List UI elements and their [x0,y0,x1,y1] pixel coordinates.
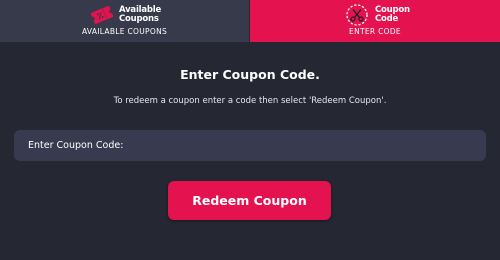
tab-enter-label: ENTER CODE [349,27,401,36]
coupon-page: Available Coupons AVAILABLE COUPONS Coup… [0,0,500,260]
redeem-coupon-button[interactable]: Redeem Coupon [168,181,331,220]
coupon-code-logo-text: Coupon Code [375,6,425,24]
page-title: Enter Coupon Code. [180,67,320,82]
available-coupons-logo: Available Coupons [89,3,169,27]
available-logo-line2: Coupons [119,14,159,24]
coupon-scissors-icon [346,4,368,26]
instructions-text: To redeem a coupon enter a code then sel… [113,96,387,106]
tab-available-coupons[interactable]: Available Coupons AVAILABLE COUPONS [0,0,249,42]
tab-available-label: AVAILABLE COUPONS [81,27,168,36]
tab-bar: Available Coupons AVAILABLE COUPONS Coup… [0,0,500,42]
coupon-code-input[interactable] [14,130,486,161]
enter-logo-line2: Code [375,14,399,24]
coupon-ticket-icon [90,6,114,24]
tab-enter-code[interactable]: Coupon Code ENTER CODE [250,0,500,42]
available-coupons-logo-text: Available Coupons [119,6,169,24]
coupon-code-logo: Coupon Code [345,3,425,27]
